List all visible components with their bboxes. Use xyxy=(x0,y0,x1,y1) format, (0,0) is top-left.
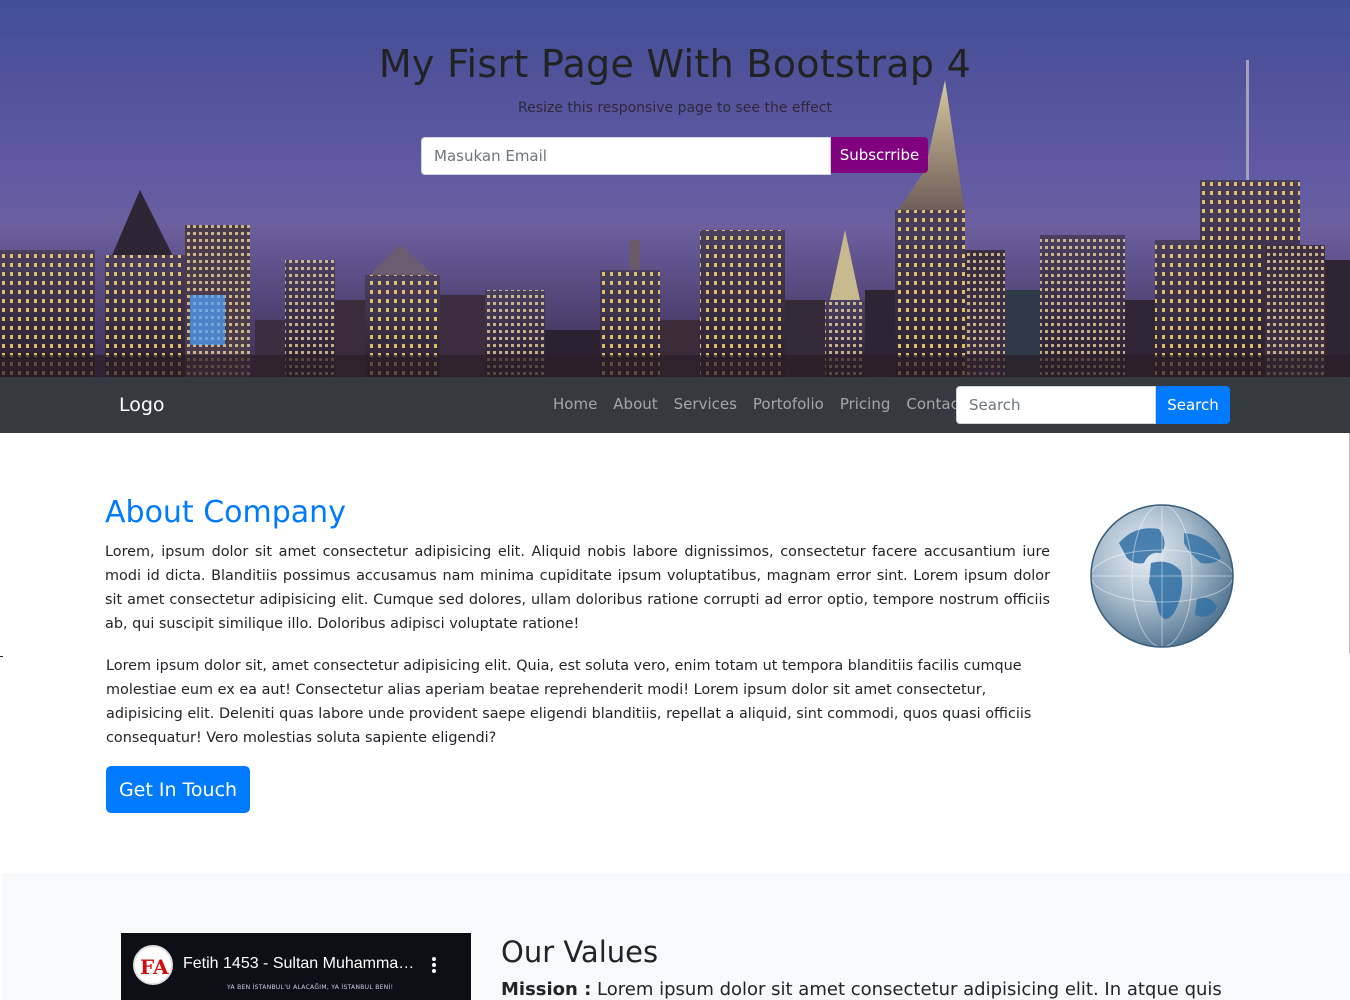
hero-title: My Fisrt Page With Bootstrap 4 xyxy=(378,42,972,86)
search-input[interactable] xyxy=(956,386,1156,424)
search-button[interactable]: Search xyxy=(1156,386,1230,424)
video-player[interactable]: FA Fetih 1453 - Sultan Muhammad Fatih YA… xyxy=(121,933,471,1000)
channel-logo-text: FA xyxy=(140,955,169,979)
nav-link-about[interactable]: About xyxy=(605,395,665,413)
mission-label: Mission : xyxy=(501,979,592,1000)
hero-banner: My Fisrt Page With Bootstrap 4 Resize th… xyxy=(0,0,1350,377)
nav-links: Home About Services Portofolio Pricing C… xyxy=(545,395,973,413)
subscribe-form: Subscrribe xyxy=(421,137,928,175)
video-caption: YA BEN İSTANBUL'U ALACAĞIM, YA İSTANBUL … xyxy=(227,984,394,991)
values-title: Our Values xyxy=(501,935,659,969)
nav-link-home[interactable]: Home xyxy=(545,395,605,413)
nav-link-pricing[interactable]: Pricing xyxy=(832,395,899,413)
about-paragraph-1: Lorem, ipsum dolor sit amet consectetur … xyxy=(105,544,1050,632)
globe-image xyxy=(1090,504,1234,648)
about-title: About Company xyxy=(105,495,346,530)
get-in-touch-button[interactable]: Get In Touch xyxy=(106,766,250,813)
nav-link-portfolio[interactable]: Portofolio xyxy=(745,395,832,413)
about-paragraph-2: Lorem ipsum dolor sit, amet consectetur … xyxy=(106,658,1032,746)
channel-logo[interactable]: FA xyxy=(133,945,173,985)
more-options-icon[interactable] xyxy=(426,955,442,977)
video-title[interactable]: Fetih 1453 - Sultan Muhammad Fatih xyxy=(183,955,423,973)
mission-text: Mission : Lorem ipsum dolor sit amet con… xyxy=(501,979,1241,1000)
subscribe-button[interactable]: Subscrribe xyxy=(831,137,928,173)
edge-mark xyxy=(0,656,3,657)
mission-body: Lorem ipsum dolor sit amet consectetur a… xyxy=(591,979,1222,1000)
nav-link-services[interactable]: Services xyxy=(666,395,745,413)
hero-subtitle: Resize this responsive page to see the e… xyxy=(518,100,832,116)
nav-search-form: Search xyxy=(956,386,1230,424)
navbar: Logo Home About Services Portofolio Pric… xyxy=(0,377,1350,433)
email-input[interactable] xyxy=(421,137,831,175)
brand-logo[interactable]: Logo xyxy=(119,394,165,416)
